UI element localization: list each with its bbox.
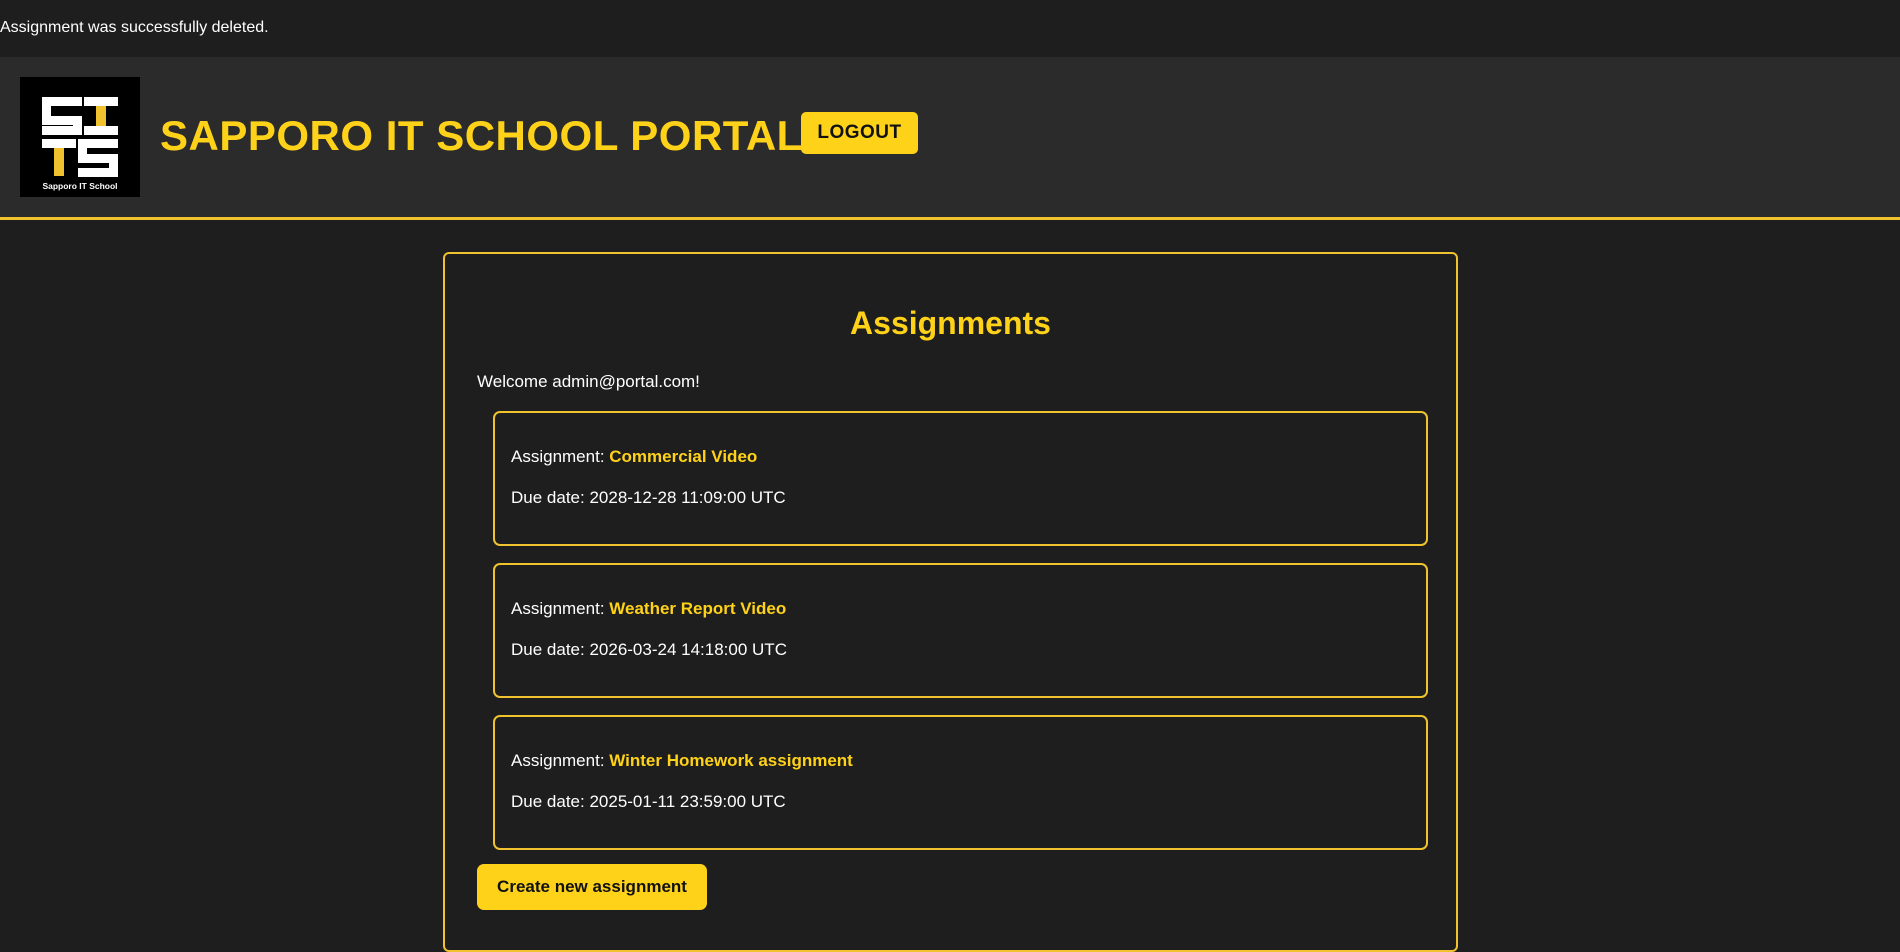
due-date-label: Due date: [511,640,590,659]
logout-button[interactable]: LOGOUT [801,112,918,154]
welcome-message: Welcome admin@portal.com! [477,372,700,391]
assignment-card: Assignment: Weather Report Video Due dat… [493,563,1428,698]
assignment-title-row: Assignment: Commercial Video [511,447,1426,467]
assignment-list: Assignment: Commercial Video Due date: 2… [493,411,1428,867]
due-date-label: Due date: [511,488,590,507]
page-title: Assignments [850,305,1051,341]
assignment-label: Assignment: [511,751,610,770]
due-date-value: 2025-01-11 23:59:00 UTC [589,792,786,811]
create-assignment-button[interactable]: Create new assignment [477,864,707,910]
school-logo: Sapporo IT School [20,77,140,197]
due-date-row: Due date: 2025-01-11 23:59:00 UTC [511,792,1426,812]
assignment-label: Assignment: [511,447,610,466]
site-title: SAPPORO IT SCHOOL PORTAL [160,112,803,159]
assignment-name: Commercial Video [609,447,758,466]
assignment-card: Assignment: Winter Homework assignment D… [493,715,1428,850]
due-date-row: Due date: 2028-12-28 11:09:00 UTC [511,488,1426,508]
assignment-label: Assignment: [511,599,610,618]
due-date-row: Due date: 2026-03-24 14:18:00 UTC [511,640,1426,660]
site-header: Sapporo IT School SAPPORO IT SCHOOL PORT… [0,57,1900,220]
due-date-label: Due date: [511,792,590,811]
logo-subtitle: Sapporo IT School [42,181,117,191]
assignment-name: Weather Report Video [609,599,787,618]
sits-logo-icon: Sapporo IT School [20,77,140,197]
assignment-name: Winter Homework assignment [609,751,853,770]
assignment-title-row: Assignment: Weather Report Video [511,599,1426,619]
due-date-value: 2026-03-24 14:18:00 UTC [589,640,787,659]
assignments-panel: Assignments Welcome admin@portal.com! As… [443,252,1458,952]
assignment-card: Assignment: Commercial Video Due date: 2… [493,411,1428,546]
flash-message: Assignment was successfully deleted. [0,0,1900,57]
due-date-value: 2028-12-28 11:09:00 UTC [589,488,786,507]
assignment-title-row: Assignment: Winter Homework assignment [511,751,1426,771]
